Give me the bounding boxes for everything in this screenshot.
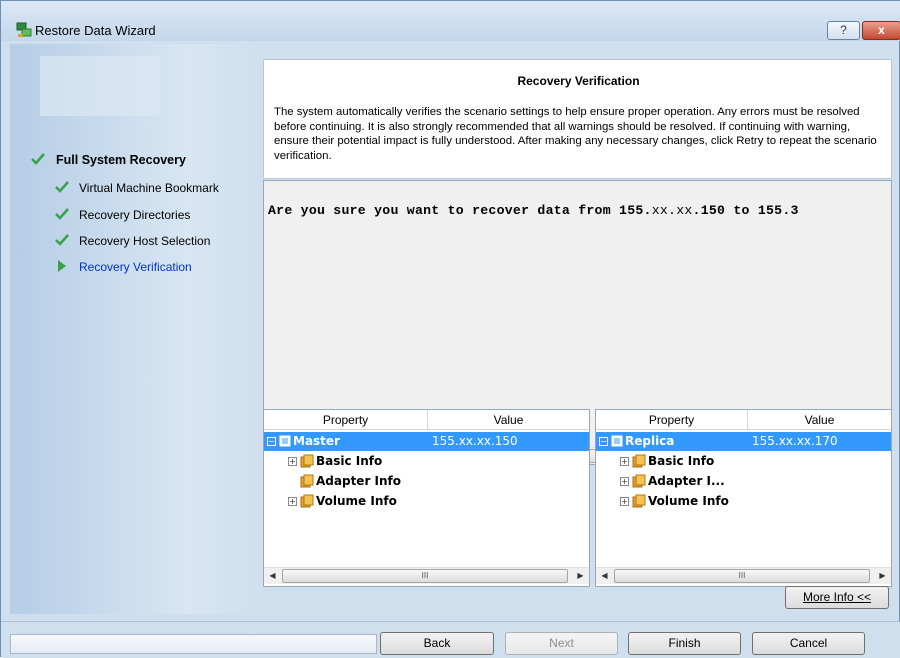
scroll-right-arrow-icon[interactable]: ▶ [874,568,891,584]
checkmark-icon [31,153,45,165]
page-description: The system automatically verifies the sc… [274,106,877,162]
master-property-grid[interactable]: Property Value − Master 155.xx.xx.150 + Basic … [263,409,590,587]
grid-header: Property Value [596,410,891,430]
checkmark-icon [55,208,69,220]
masked-address-part: xx.xx [651,203,693,218]
checkmark-icon [55,234,69,246]
grid-row[interactable]: + Basic Info [264,452,589,471]
row-property-name: Volume Info [648,494,729,508]
page-title: Recovery Verification [517,74,640,88]
info-folder-icon [300,474,314,488]
wizard-step-label: Recovery Directories [79,208,191,222]
row-property-name: Adapter I... [648,474,725,488]
title-bar: Restore Data Wizard ? x [1,1,900,41]
main-panel: Recovery Verification The system automat… [263,59,892,614]
current-step-arrow-icon [58,260,66,272]
grid-row[interactable]: − Replica 155.xx.xx.170 [596,432,891,451]
more-info-button[interactable]: More Info << [785,586,889,609]
row-value: 155.xx.xx.170 [752,434,838,448]
cancel-button[interactable]: Cancel [752,632,865,655]
wizard-steps-panel: Full System Recovery Virtual Machine Book… [10,44,263,614]
row-property-name: Master [293,434,340,448]
wizard-step-label: Full System Recovery [56,153,186,167]
page-header: Recovery Verification The system automat… [263,59,892,179]
panel-highlight [40,56,160,116]
wizard-step-label: Recovery Host Selection [79,234,211,248]
grid-row[interactable]: + Adapter I... [596,472,891,491]
grid-row[interactable]: + Volume Info [596,492,891,511]
next-button[interactable]: Next [505,632,618,655]
message-text-end: .150 to 155.3 [692,203,799,218]
status-field [10,634,377,654]
back-button[interactable]: Back [380,632,494,655]
finish-label: Finish [668,636,701,650]
scroll-right-arrow-icon[interactable]: ▶ [572,568,589,584]
grid-row[interactable]: + Basic Info [596,452,891,471]
row-property-name: Volume Info [316,494,397,508]
button-bar: Back Next Finish Cancel [1,621,900,658]
wizard-step-label: Recovery Verification [79,260,192,274]
list-icon [611,435,623,447]
verification-message: Are you sure you want to recover data fr… [268,203,799,218]
collapse-icon[interactable]: − [267,437,276,446]
info-folder-icon [300,494,314,508]
back-label: Back [423,636,451,650]
collapse-icon[interactable]: − [599,437,608,446]
scroll-left-arrow-icon[interactable]: ◀ [264,568,281,584]
finish-button[interactable]: Finish [628,632,741,655]
expand-icon[interactable]: + [620,477,629,486]
replica-property-grid[interactable]: Property Value − Replica 155.xx.xx.170 + Basic… [595,409,892,587]
property-column-header[interactable]: Property [596,410,748,430]
list-icon [279,435,291,447]
restore-data-wizard-window: Restore Data Wizard ? x Full System Reco… [0,0,900,658]
scroll-grip: III [738,571,746,580]
expand-icon[interactable]: + [620,497,629,506]
grid-horizontal-scrollbar[interactable]: ◀ III ▶ [596,567,891,584]
info-folder-icon [632,454,646,468]
value-column-header[interactable]: Value [428,410,589,430]
grid-row[interactable]: + Volume Info [264,492,589,511]
window-title: Restore Data Wizard [35,23,156,38]
cancel-label: Cancel [789,636,828,650]
wizard-app-icon [16,22,32,37]
row-property-name: Basic Info [316,454,383,468]
info-folder-icon [632,494,646,508]
close-button[interactable]: x [862,21,900,40]
value-column-header[interactable]: Value [748,410,891,430]
checkmark-icon [55,181,69,193]
scroll-thumb[interactable]: III [282,569,568,583]
expand-icon[interactable]: + [288,497,297,506]
message-text-start: Are you sure you want to recover data fr… [268,203,652,218]
more-info-label: More Info << [802,590,872,604]
grid-horizontal-scrollbar[interactable]: ◀ III ▶ [264,567,589,584]
help-button[interactable]: ? [827,21,860,40]
row-property-name: Basic Info [648,454,715,468]
grid-header: Property Value [264,410,589,430]
grid-row[interactable]: − Master 155.xx.xx.150 [264,432,589,451]
scroll-grip: III [421,571,429,580]
property-column-header[interactable]: Property [264,410,428,430]
next-label: Next [549,636,574,650]
wizard-step-label: Virtual Machine Bookmark [79,181,219,195]
scroll-left-arrow-icon[interactable]: ◀ [596,568,613,584]
scroll-thumb[interactable]: III [614,569,870,583]
expand-icon[interactable]: + [288,457,297,466]
info-folder-icon [300,454,314,468]
row-property-name: Adapter Info [316,474,402,488]
row-value: 155.xx.xx.150 [432,434,518,448]
info-folder-icon [632,474,646,488]
grid-row[interactable]: Adapter Info [264,472,589,491]
expand-icon[interactable]: + [620,457,629,466]
row-property-name: Replica [625,434,675,448]
